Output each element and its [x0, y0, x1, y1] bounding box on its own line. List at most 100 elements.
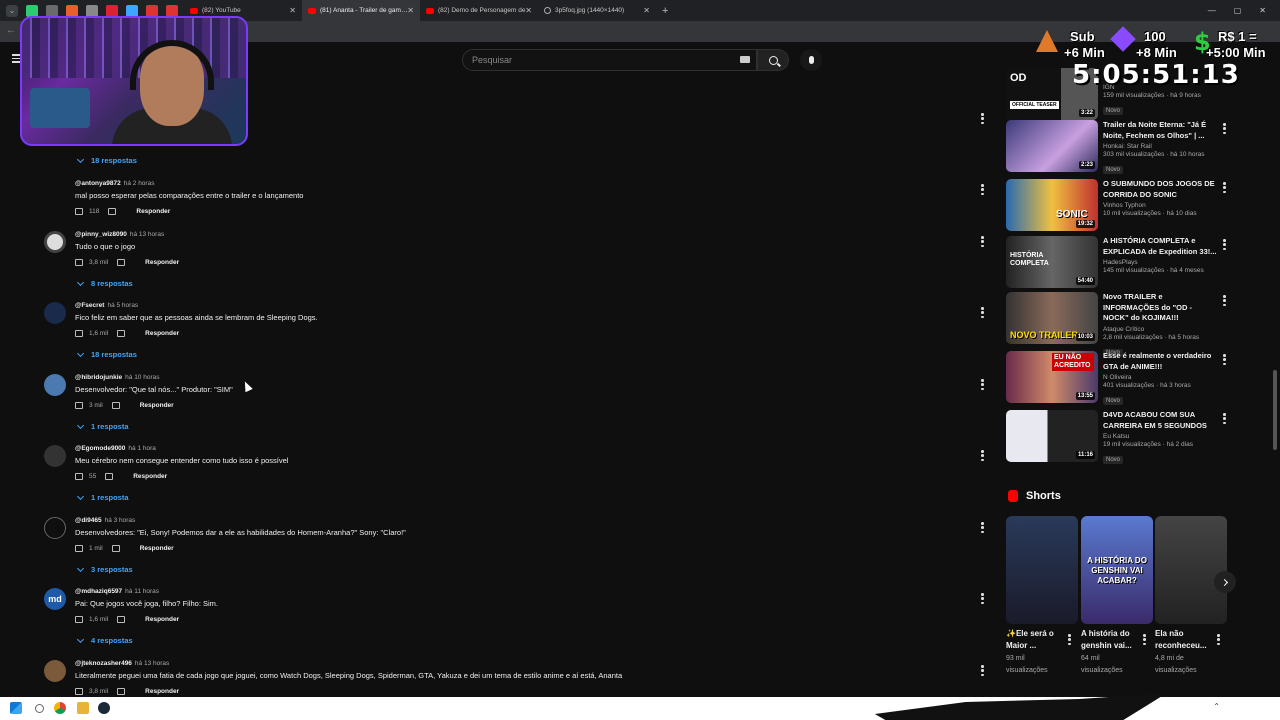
- avatar[interactable]: [44, 302, 66, 324]
- dislike-icon[interactable]: [108, 208, 117, 215]
- comment-author[interactable]: @Egomode9000: [75, 445, 125, 452]
- video-title[interactable]: Novo TRAILER e INFORMAÇÕES do "OD - NOCK…: [1103, 292, 1218, 324]
- video-title[interactable]: O SUBMUNDO DOS JOGOS DE CORRIDA DO SONIC: [1103, 179, 1218, 200]
- video-channel[interactable]: Honkai: Star Rail: [1103, 143, 1218, 150]
- video-channel[interactable]: N Oliveira: [1103, 374, 1218, 381]
- short-thumbnail[interactable]: A HISTÓRIA DO GENSHIN VAI ACABAR?: [1081, 516, 1153, 624]
- comment-more-icon[interactable]: [981, 522, 984, 533]
- short-title[interactable]: ✨Ele será o Maior ...: [1006, 628, 1066, 652]
- video-thumbnail[interactable]: 11:16: [1006, 410, 1098, 462]
- video-channel[interactable]: Ataque Crítico: [1103, 326, 1218, 333]
- chevron-up-icon[interactable]: ⌃: [1213, 702, 1220, 711]
- comment-time[interactable]: há 2 horas: [124, 180, 155, 187]
- related-video[interactable]: NOVO TRAILER 10:03 Novo TRAILER e INFORM…: [1006, 292, 1246, 357]
- like-icon[interactable]: [75, 688, 83, 695]
- like-icon[interactable]: [75, 208, 83, 215]
- like-icon[interactable]: [75, 402, 83, 409]
- comment-time[interactable]: há 10 horas: [125, 374, 159, 381]
- steam-icon[interactable]: [98, 702, 110, 714]
- reply-button[interactable]: Responder: [136, 208, 170, 215]
- short-more-icon[interactable]: [1143, 634, 1146, 645]
- comment-more-icon[interactable]: [981, 307, 984, 318]
- minimize-icon[interactable]: —: [1208, 6, 1216, 15]
- video-thumbnail[interactable]: NOVO TRAILER 10:03: [1006, 292, 1098, 344]
- search-icon[interactable]: [35, 704, 44, 713]
- comment-author[interactable]: @pinny_wiz8090: [75, 231, 127, 238]
- comment-time[interactable]: há 3 horas: [105, 517, 136, 524]
- short-title[interactable]: A história do genshin vai...: [1081, 628, 1141, 652]
- dislike-icon[interactable]: [111, 402, 120, 409]
- video-more-icon[interactable]: [1223, 182, 1226, 193]
- replies-toggle[interactable]: 18 respostas: [76, 349, 137, 359]
- video-thumbnail[interactable]: SONIC 19:32: [1006, 179, 1098, 231]
- comment-author[interactable]: @jteknozasher496: [75, 660, 132, 667]
- comment-more-icon[interactable]: [981, 593, 984, 604]
- short-thumbnail[interactable]: [1006, 516, 1078, 624]
- folder-icon[interactable]: [77, 702, 89, 714]
- related-video[interactable]: SONIC 19:32 O SUBMUNDO DOS JOGOS DE CORR…: [1006, 179, 1246, 233]
- video-channel[interactable]: Vinhos Typhon: [1103, 202, 1218, 209]
- like-icon[interactable]: [75, 259, 83, 266]
- replies-toggle[interactable]: 3 respostas: [76, 564, 133, 574]
- comment-time[interactable]: há 5 horas: [107, 302, 138, 309]
- reply-button[interactable]: Responder: [140, 545, 174, 552]
- reply-button[interactable]: Responder: [145, 616, 179, 623]
- short-item[interactable]: Ela não reconheceu... 4,8 mi de visualiz…: [1155, 516, 1227, 677]
- avatar[interactable]: [44, 180, 66, 202]
- dislike-icon[interactable]: [105, 473, 114, 480]
- short-thumbnail[interactable]: [1155, 516, 1227, 624]
- reply-button[interactable]: Responder: [145, 330, 179, 337]
- video-title[interactable]: Esse é realmente o verdadeiro GTA de ANI…: [1103, 351, 1218, 372]
- video-title[interactable]: D4VD ACABOU COM SUA CARREIRA EM 5 SEGUND…: [1103, 410, 1218, 431]
- short-more-icon[interactable]: [1068, 634, 1071, 645]
- like-icon[interactable]: [75, 545, 83, 552]
- comment-more-icon[interactable]: [981, 113, 984, 124]
- close-window-icon[interactable]: ✕: [1259, 6, 1266, 15]
- maximize-icon[interactable]: ▢: [1234, 6, 1242, 15]
- comment-time[interactable]: há 1 hora: [128, 445, 155, 452]
- video-title[interactable]: A HISTÓRIA COMPLETA e EXPLICADA de Exped…: [1103, 236, 1218, 257]
- dislike-icon[interactable]: [117, 330, 126, 337]
- related-video[interactable]: EU NÃO ACREDITO 13:55 Esse é realmente o…: [1006, 351, 1246, 405]
- shorts-next-button[interactable]: [1214, 571, 1236, 593]
- reply-button[interactable]: Responder: [133, 473, 167, 480]
- video-title[interactable]: Trailer da Noite Eterna: "Já É Noite, Fe…: [1103, 120, 1218, 141]
- avatar[interactable]: [44, 445, 66, 467]
- scrollbar-thumb[interactable]: [1273, 370, 1277, 450]
- video-channel[interactable]: HadesPlays: [1103, 259, 1218, 266]
- comment-author[interactable]: @antonya9872: [75, 180, 121, 187]
- related-video[interactable]: 2:23 Trailer da Noite Eterna: "Já É Noit…: [1006, 120, 1246, 174]
- video-more-icon[interactable]: [1223, 239, 1226, 250]
- comment-time[interactable]: há 13 horas: [130, 231, 164, 238]
- dislike-icon[interactable]: [117, 616, 126, 623]
- comment-author[interactable]: @Fsecret: [75, 302, 104, 309]
- replies-toggle[interactable]: 18 respostas: [76, 155, 137, 165]
- short-title[interactable]: Ela não reconheceu...: [1155, 628, 1215, 652]
- short-item[interactable]: A HISTÓRIA DO GENSHIN VAI ACABAR? A hist…: [1081, 516, 1153, 677]
- comment-author[interactable]: @mdhaziq6597: [75, 588, 122, 595]
- comment-more-icon[interactable]: [981, 236, 984, 247]
- replies-toggle[interactable]: 4 respostas: [76, 635, 133, 645]
- replies-toggle[interactable]: 8 respostas: [76, 278, 133, 288]
- video-more-icon[interactable]: [1223, 295, 1226, 306]
- dislike-icon[interactable]: [117, 259, 126, 266]
- like-icon[interactable]: [75, 616, 83, 623]
- reply-button[interactable]: Responder: [145, 688, 179, 695]
- video-thumbnail[interactable]: EU NÃO ACREDITO 13:55: [1006, 351, 1098, 403]
- like-icon[interactable]: [75, 330, 83, 337]
- chrome-icon[interactable]: [54, 702, 66, 714]
- video-channel[interactable]: Eu Katsu: [1103, 433, 1218, 440]
- video-more-icon[interactable]: [1223, 413, 1226, 424]
- comment-more-icon[interactable]: [981, 379, 984, 390]
- short-more-icon[interactable]: [1217, 634, 1220, 645]
- comment-author[interactable]: @di9465: [75, 517, 102, 524]
- avatar[interactable]: md: [44, 588, 66, 610]
- like-icon[interactable]: [75, 473, 83, 480]
- reply-button[interactable]: Responder: [145, 259, 179, 266]
- short-item[interactable]: ✨Ele será o Maior ... 93 mil visualizaçõ…: [1006, 516, 1078, 677]
- related-video[interactable]: 11:16 D4VD ACABOU COM SUA CARREIRA EM 5 …: [1006, 410, 1246, 464]
- windows-start-icon[interactable]: [10, 702, 22, 714]
- avatar[interactable]: [44, 374, 66, 396]
- comment-time[interactable]: há 11 horas: [125, 588, 159, 595]
- comment-more-icon[interactable]: [981, 184, 984, 195]
